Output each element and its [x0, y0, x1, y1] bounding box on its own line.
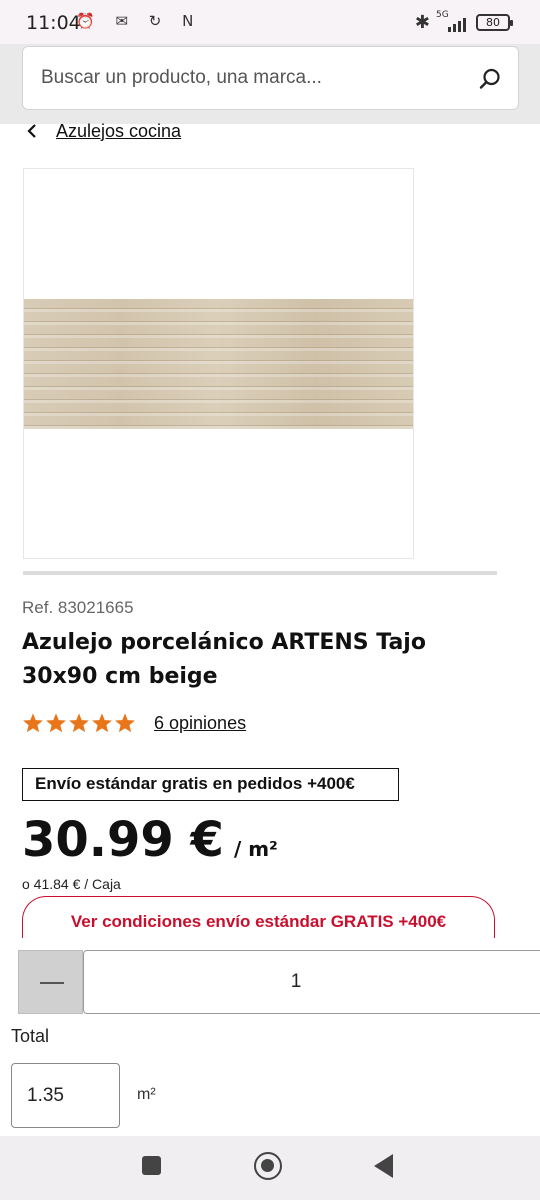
minus-icon: [40, 982, 64, 984]
search-input[interactable]: Buscar un producto, una marca...: [22, 46, 519, 110]
total-unit: m²: [137, 1086, 156, 1103]
star-icon: [23, 713, 43, 733]
status-notification-icons: ⏰ ✉ ↻ N: [76, 12, 202, 30]
home-icon[interactable]: [254, 1152, 282, 1180]
star-icon: [92, 713, 112, 733]
total-label: Total: [11, 1026, 50, 1046]
tile-image: [24, 299, 413, 429]
signal-icon: 5G: [436, 10, 470, 32]
star-icon: [46, 713, 66, 733]
battery-icon: 80: [476, 14, 513, 31]
quantity-input[interactable]: 1: [83, 950, 540, 1014]
star-icon: [69, 713, 89, 733]
reviews-link[interactable]: 6 opiniones: [154, 713, 246, 734]
product-title: Azulejo porcelánico ARTENS Tajo 30x90 cm…: [22, 630, 426, 689]
breadcrumb: Azulejos cocina: [24, 118, 181, 144]
product-rating: 6 opiniones: [22, 712, 246, 734]
image-carousel-indicator: [23, 571, 497, 575]
search-placeholder: Buscar un producto, una marca...: [41, 67, 322, 88]
search-icon[interactable]: [478, 67, 502, 91]
status-right-group: ✱ 5G 80: [414, 10, 513, 33]
free-shipping-badge: Envío estándar gratis en pedidos +400€: [22, 768, 399, 801]
breadcrumb-link[interactable]: Azulejos cocina: [56, 121, 181, 142]
status-bar: 11:04 ⏰ ✉ ↻ N ✱ 5G 80: [0, 0, 540, 44]
status-time: 11:04: [26, 12, 81, 34]
shipping-conditions-button[interactable]: Ver condiciones envío estándar GRATIS +4…: [22, 896, 495, 944]
rating-stars: [22, 712, 136, 734]
price-block: 30.99 € / m²: [22, 812, 278, 868]
price-per-box: o 41.84 € / Caja: [22, 876, 121, 892]
product-ref: Ref. 83021665: [22, 598, 134, 617]
chevron-left-icon[interactable]: [24, 123, 40, 139]
price-unit: / m²: [233, 837, 278, 861]
star-icon: [115, 713, 135, 733]
product-image[interactable]: [23, 168, 414, 559]
back-icon[interactable]: [374, 1154, 393, 1178]
total-area-input[interactable]: 1.35: [11, 1063, 120, 1128]
quantity-decrease-button[interactable]: [18, 950, 83, 1014]
purchase-panel: 1 Total 1.35 m²: [0, 938, 540, 1136]
system-nav-bar: [0, 1136, 540, 1200]
bluetooth-icon: ✱: [414, 12, 430, 33]
search-area: Buscar un producto, una marca...: [0, 44, 540, 124]
network-type: 5G: [436, 9, 449, 20]
price-value: 30.99 €: [22, 812, 224, 868]
recents-icon[interactable]: [142, 1156, 161, 1175]
